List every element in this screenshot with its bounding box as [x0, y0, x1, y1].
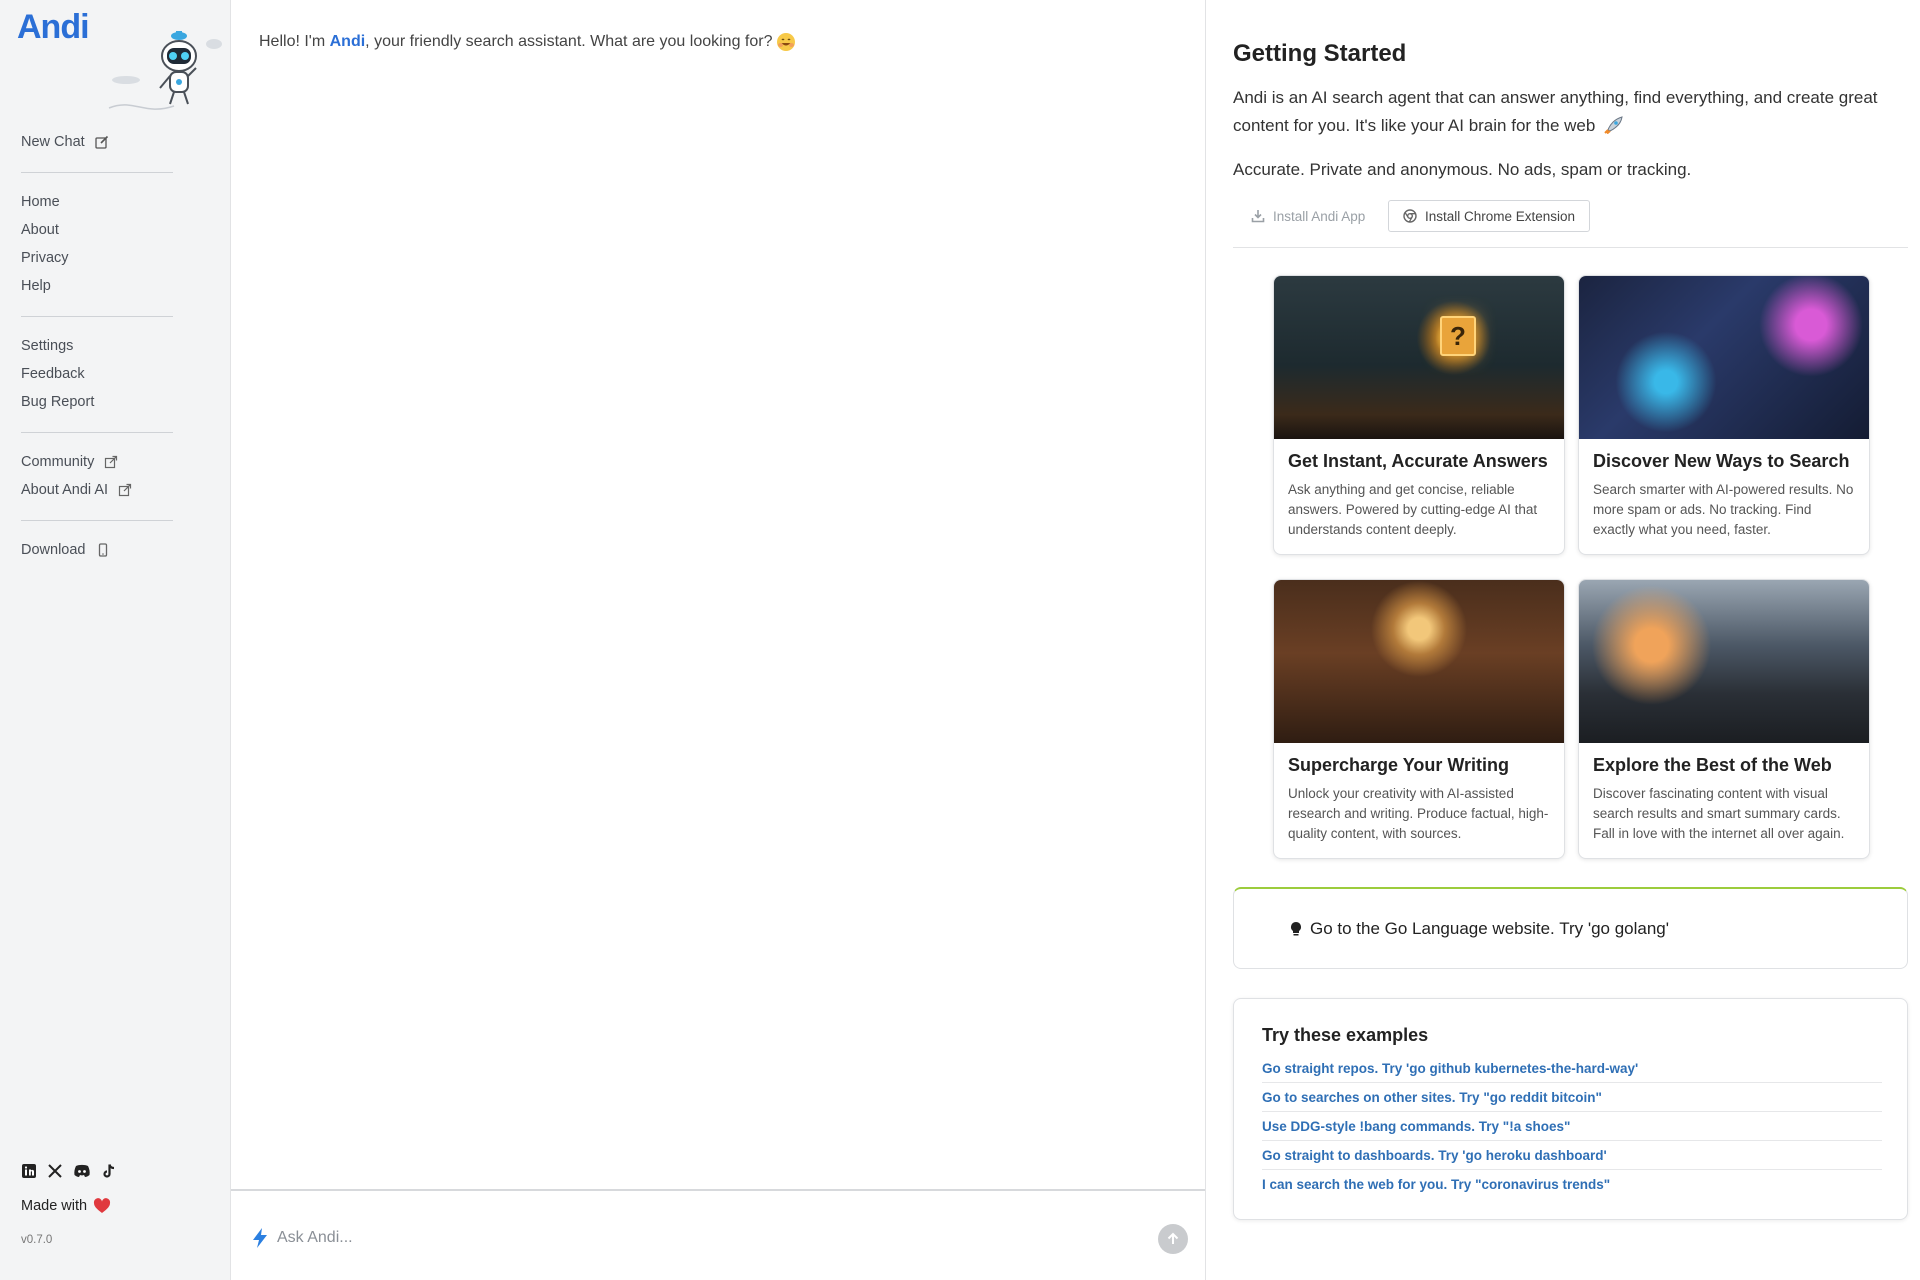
new-chat-label: New Chat: [21, 134, 85, 150]
feature-card[interactable]: Discover New Ways to Search Search smart…: [1578, 275, 1870, 555]
sidebar-item-about[interactable]: About: [21, 216, 173, 244]
card-text: Unlock your creativity with AI-assisted …: [1288, 786, 1549, 841]
question-box-icon: ?: [1440, 316, 1476, 356]
divider: [21, 520, 173, 521]
download-icon: [1251, 210, 1265, 223]
robot-mascot-icon: [108, 31, 222, 110]
heart-icon: [94, 1198, 111, 1213]
tip-box: Go to the Go Language website. Try 'go g…: [1233, 887, 1908, 969]
new-chat-button[interactable]: New Chat: [21, 128, 173, 156]
example-link[interactable]: I can search the web for you. Try "coron…: [1262, 1170, 1882, 1199]
ask-input[interactable]: [277, 1221, 1097, 1255]
social-links: [21, 1163, 117, 1179]
greeting-message: Hello! I'm Andi , your friendly search a…: [259, 32, 796, 52]
example-link[interactable]: Use DDG-style !bang commands. Try "!a sh…: [1262, 1112, 1882, 1141]
chat-input-bar: [231, 1189, 1205, 1280]
divider: [21, 172, 173, 173]
card-image-digital-search: [1579, 276, 1869, 439]
greeting-pre: Hello! I'm: [259, 33, 330, 50]
bolt-icon: [253, 1228, 267, 1248]
phone-icon: [98, 543, 107, 557]
chrome-icon: [1403, 209, 1417, 223]
sidebar-item-settings[interactable]: Settings: [21, 332, 173, 360]
sidebar-item-about-andi-ai[interactable]: About Andi AI: [21, 476, 173, 504]
smile-icon: [777, 33, 796, 51]
greeting-post: , your friendly search assistant. What a…: [365, 33, 773, 50]
card-title: Discover New Ways to Search: [1593, 451, 1850, 471]
download-label: Download: [21, 542, 86, 558]
card-text: Search smarter with AI-powered results. …: [1593, 482, 1854, 537]
sidebar-item-feedback[interactable]: Feedback: [21, 360, 173, 388]
divider: [21, 432, 173, 433]
community-label: Community: [21, 454, 95, 470]
feature-card[interactable]: Explore the Best of the Web Discover fas…: [1578, 579, 1870, 859]
install-extension-button[interactable]: Install Chrome Extension: [1388, 200, 1591, 232]
card-image-typewriter: [1274, 580, 1564, 743]
rocket-icon: [1604, 116, 1623, 135]
feature-card[interactable]: Supercharge Your Writing Unlock your cre…: [1273, 579, 1565, 859]
examples-box: Try these examples Go straight repos. Tr…: [1233, 998, 1908, 1220]
install-app-label: Install Andi App: [1273, 208, 1366, 224]
tip-text: Go to the Go Language website. Try 'go g…: [1310, 919, 1670, 938]
sidebar-item-download[interactable]: Download: [21, 536, 173, 564]
card-image-landscape-screens: [1579, 580, 1869, 743]
greeting-brand: Andi: [329, 33, 366, 50]
panel-description: Andi is an AI search agent that can answ…: [1233, 84, 1903, 140]
example-link[interactable]: Go straight repos. Try 'go github kubern…: [1262, 1054, 1882, 1083]
arrow-up-icon: [1167, 1232, 1179, 1244]
chat-area: Hello! I'm Andi , your friendly search a…: [231, 0, 1205, 1280]
x-icon[interactable]: [47, 1163, 63, 1179]
examples-title: Try these examples: [1262, 1025, 1429, 1045]
bulb-icon: [1291, 922, 1301, 936]
sidebar-item-privacy[interactable]: Privacy: [21, 244, 173, 272]
getting-started-panel: Getting Started Andi is an AI search age…: [1205, 0, 1920, 1280]
discord-icon[interactable]: [73, 1163, 91, 1179]
sidebar-item-home[interactable]: Home: [21, 188, 173, 216]
made-with-label: Made with: [21, 1198, 88, 1214]
linkedin-icon[interactable]: [21, 1163, 37, 1179]
card-title: Explore the Best of the Web: [1593, 755, 1832, 775]
panel-description-text: Andi is an AI search agent that can answ…: [1233, 88, 1878, 135]
card-image-mystery-box: ?: [1274, 276, 1564, 439]
sidebar: Andi New Chat Home About Privacy Help Se…: [0, 0, 231, 1280]
sidebar-nav: New Chat Home About Privacy Help Setting…: [21, 128, 173, 564]
card-text: Discover fascinating content with visual…: [1593, 786, 1845, 841]
edit-icon: [95, 135, 108, 149]
made-with: Made with: [21, 1198, 111, 1214]
install-app-button[interactable]: Install Andi App: [1243, 200, 1373, 232]
card-text: Ask anything and get concise, reliable a…: [1288, 482, 1538, 537]
panel-tagline: Accurate. Private and anonymous. No ads,…: [1233, 160, 1692, 179]
about-andi-ai-label: About Andi AI: [21, 482, 109, 498]
divider: [21, 316, 173, 317]
external-link-icon: [105, 455, 118, 469]
example-link[interactable]: Go straight to dashboards. Try 'go herok…: [1262, 1141, 1882, 1170]
sidebar-item-bug-report[interactable]: Bug Report: [21, 388, 173, 416]
logo[interactable]: Andi: [17, 8, 90, 47]
send-button[interactable]: [1158, 1224, 1188, 1254]
sidebar-item-help[interactable]: Help: [21, 272, 173, 300]
external-link-icon: [118, 483, 132, 497]
install-row: Install Andi App Install Chrome Extensio…: [1233, 200, 1908, 248]
app-version: v0.7.0: [21, 1234, 53, 1246]
tip-content: Go to the Go Language website. Try 'go g…: [1290, 919, 1669, 939]
example-link[interactable]: Go to searches on other sites. Try "go r…: [1262, 1083, 1882, 1112]
examples-list: Go straight repos. Try 'go github kubern…: [1262, 1054, 1882, 1199]
feature-card[interactable]: ? Get Instant, Accurate Answers Ask anyt…: [1273, 275, 1565, 555]
tiktok-icon[interactable]: [101, 1163, 117, 1179]
install-extension-label: Install Chrome Extension: [1425, 208, 1576, 224]
card-title: Supercharge Your Writing: [1288, 755, 1510, 775]
card-title: Get Instant, Accurate Answers: [1288, 451, 1548, 471]
sidebar-item-community[interactable]: Community: [21, 448, 173, 476]
panel-title: Getting Started: [1233, 40, 1407, 67]
